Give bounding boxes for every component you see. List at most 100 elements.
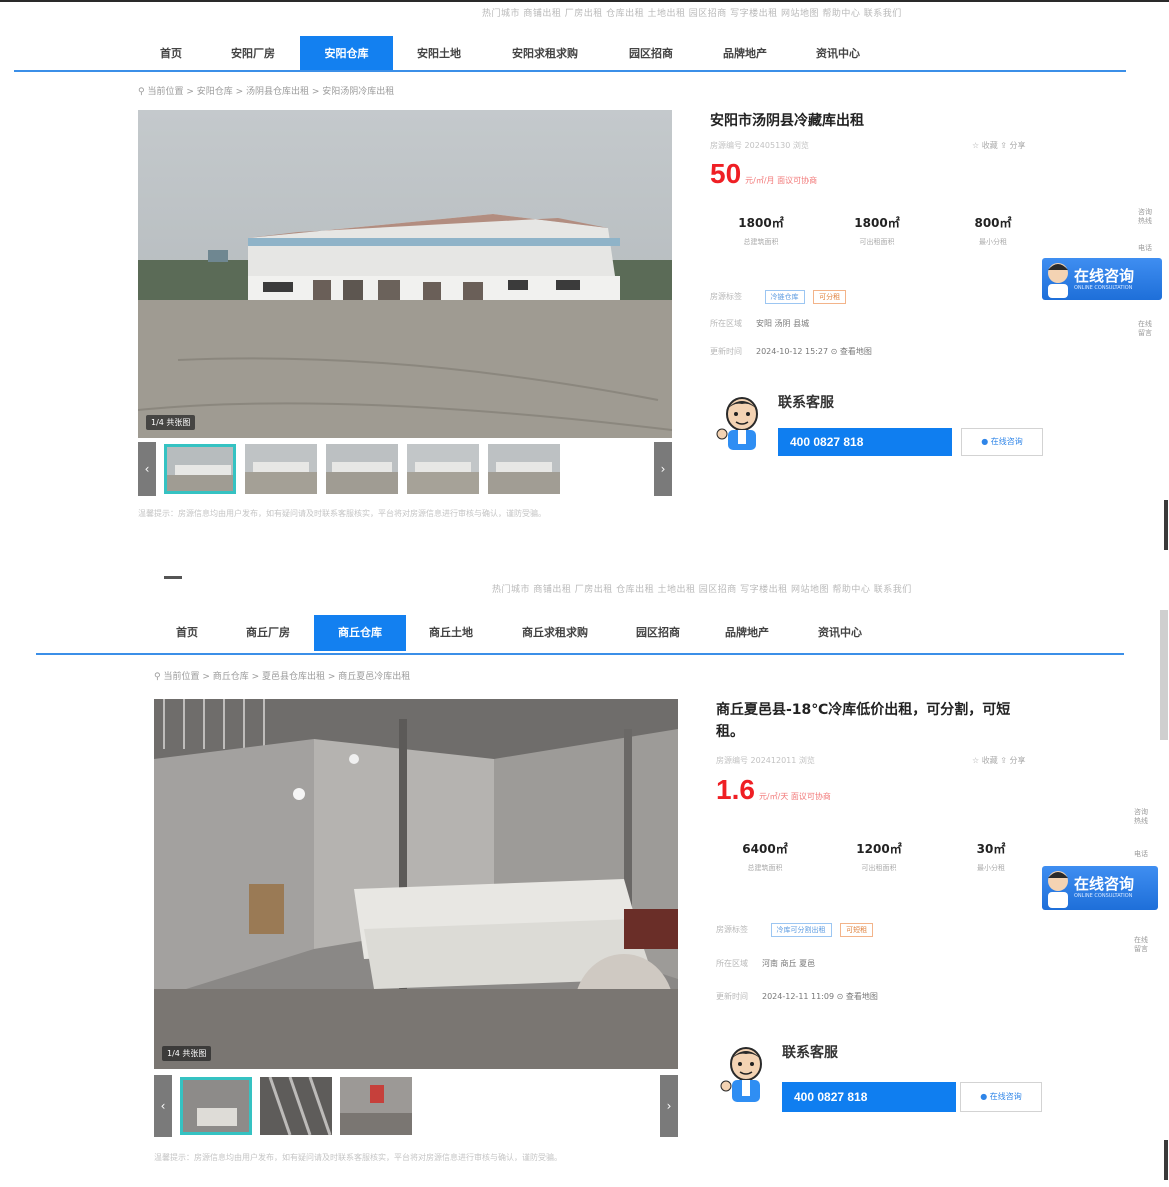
stat-min-area: 30㎡ 最小分租: [946, 840, 1036, 873]
main-nav: 首页 商丘厂房 商丘仓库 商丘土地 商丘求租求购 园区招商 品牌地产 资讯中心: [156, 615, 1136, 651]
stat-total-area: 1800㎡ 总建筑面积: [716, 214, 806, 247]
scrollbar-thumb-upper[interactable]: [1164, 500, 1168, 550]
side-link-hotline[interactable]: 咨询热线: [1138, 208, 1152, 226]
row-value[interactable]: 2024-12-11 11:09 ⊙ 查看地图: [762, 992, 878, 1001]
stat-label: 总建筑面积: [743, 238, 779, 246]
consult-text: 在线咨询: [1074, 875, 1135, 893]
price-value: 1.6: [716, 774, 755, 805]
photo-counter: 1/4 共张图: [162, 1046, 212, 1061]
thumbnail-1[interactable]: [180, 1077, 252, 1135]
row-label: 房源标签: [710, 292, 742, 301]
phone-button[interactable]: 400 0827 818: [782, 1082, 956, 1112]
stat-total-area: 6400㎡ 总建筑面积: [720, 840, 810, 873]
online-consult-float[interactable]: 在线咨询 ONLINE CONSULTATION: [1042, 258, 1162, 300]
thumbnail-3[interactable]: [340, 1077, 412, 1135]
nav-land[interactable]: 安阳土地: [400, 36, 478, 72]
prev-arrow-icon[interactable]: ‹: [154, 1075, 172, 1137]
listing-page-1: 热门城市 商铺出租 厂房出租 仓库出租 土地出租 园区招商 写字楼出租 网站地图…: [0, 0, 1169, 560]
tag: 冷链仓库: [764, 290, 805, 304]
nav-factory[interactable]: 商丘厂房: [228, 615, 308, 651]
favorite-share[interactable]: ☆ 收藏 ⇪ 分享: [972, 140, 1026, 151]
nav-home[interactable]: 首页: [140, 36, 202, 72]
side-link-hotline[interactable]: 咨询热线: [1134, 808, 1148, 826]
stat-label: 可出租面积: [859, 238, 895, 246]
nav-factory[interactable]: 安阳厂房: [212, 36, 294, 72]
row-value[interactable]: 2024-10-12 15:27 ⊙ 查看地图: [756, 347, 872, 356]
row-label: 所在区域: [710, 319, 742, 328]
consult-subtext: ONLINE CONSULTATION: [1074, 893, 1133, 899]
breadcrumb[interactable]: ⚲ 当前位置 > 安阳仓库 > 汤阴县仓库出租 > 安阳汤阴冷库出租: [138, 84, 394, 97]
online-consult-button[interactable]: ● 在线咨询: [961, 428, 1043, 456]
nav-news[interactable]: 资讯中心: [798, 615, 882, 651]
nav-underline: [14, 70, 1126, 72]
nav-rent-buy[interactable]: 安阳求租求购: [486, 36, 604, 72]
breadcrumb[interactable]: ⚲ 当前位置 > 商丘仓库 > 夏邑县仓库出租 > 商丘夏邑冷库出租: [154, 669, 410, 682]
nav-news[interactable]: 资讯中心: [796, 36, 880, 72]
side-link-phone[interactable]: 电话: [1134, 850, 1148, 859]
stat-value: 1800㎡: [738, 216, 784, 230]
thumbnail-4[interactable]: [407, 444, 479, 494]
phone-button[interactable]: 400 0827 818: [778, 428, 952, 456]
consult-subtext: ONLINE CONSULTATION: [1074, 285, 1133, 291]
stat-value: 1200㎡: [856, 842, 902, 856]
listing-title: 安阳市汤阴县冷藏库出租: [710, 110, 1050, 132]
nav-land[interactable]: 商丘土地: [412, 615, 490, 651]
online-consult-button[interactable]: ● 在线咨询: [960, 1082, 1042, 1112]
row-region: 所在区域 安阳 汤阴 县城: [710, 318, 809, 329]
thumbnail-5[interactable]: [488, 444, 560, 494]
top-links[interactable]: 热门城市 商铺出租 厂房出租 仓库出租 土地出租 园区招商 写字楼出租 网站地图…: [482, 6, 902, 19]
next-arrow-icon[interactable]: ›: [660, 1075, 678, 1137]
row-label: 更新时间: [716, 992, 748, 1001]
listing-meta: 房源编号 202412011 浏览: [716, 756, 815, 765]
row-label: 所在区域: [716, 959, 748, 968]
side-link-message[interactable]: 在线留言: [1138, 320, 1152, 338]
thumbnail-2[interactable]: [245, 444, 317, 494]
prev-arrow-icon[interactable]: ‹: [138, 442, 156, 496]
nav-home[interactable]: 首页: [156, 615, 218, 651]
side-link-message[interactable]: 在线留言: [1134, 936, 1148, 954]
row-tags: 房源标签 冷库可分割出租 可短租: [716, 923, 874, 937]
stat-label: 最小分租: [979, 238, 1007, 246]
nav-park[interactable]: 园区招商: [610, 36, 692, 72]
side-link-phone[interactable]: 电话: [1138, 244, 1152, 253]
row-region: 所在区域 河南 商丘 夏邑: [716, 958, 815, 969]
nav-park[interactable]: 园区招商: [618, 615, 698, 651]
listing-meta: 房源编号 202405130 浏览: [710, 141, 809, 150]
thumbnail-1[interactable]: [164, 444, 236, 494]
nav-brand[interactable]: 品牌地产: [704, 615, 790, 651]
scrollbar-thumb[interactable]: [1160, 610, 1168, 740]
stat-rentable-area: 1800㎡ 可出租面积: [832, 214, 922, 247]
consult-avatar-icon: [1044, 260, 1072, 302]
favorite-share[interactable]: ☆ 收藏 ⇪ 分享: [972, 755, 1026, 766]
nav-brand[interactable]: 品牌地产: [702, 36, 788, 72]
next-arrow-icon[interactable]: ›: [654, 442, 672, 496]
thumbnail-2[interactable]: [260, 1077, 332, 1135]
nav-warehouse[interactable]: 安阳仓库: [300, 36, 393, 72]
main-photo[interactable]: 1/4 共张图: [154, 699, 678, 1069]
online-consult-float[interactable]: 在线咨询 ONLINE CONSULTATION: [1042, 866, 1158, 910]
title-line-1: 安阳市汤阴县冷藏库出租: [710, 113, 864, 129]
thumbnail-3[interactable]: [326, 444, 398, 494]
top-links[interactable]: 热门城市 商铺出租 厂房出租 仓库出租 土地出租 园区招商 写字楼出租 网站地图…: [492, 582, 912, 595]
main-photo[interactable]: 1/4 共张图: [138, 110, 672, 438]
row-label: 更新时间: [710, 347, 742, 356]
stat-label: 可出租面积: [861, 864, 897, 872]
cs-avatar: [716, 394, 768, 456]
listing-title: 商丘夏邑县-18℃冷库低价出租，可分割，可短 租。: [716, 699, 1036, 743]
price-unit: 元/㎡/月 面议可协商: [745, 176, 818, 185]
tag: 可短租: [840, 923, 874, 937]
cs-avatar: [720, 1044, 772, 1110]
thumbnail-strip: ‹ ›: [138, 442, 672, 496]
stat-value: 1800㎡: [854, 216, 900, 230]
stat-value: 30㎡: [976, 842, 1006, 856]
row-value: 河南 商丘 夏邑: [762, 959, 816, 968]
nav-warehouse[interactable]: 商丘仓库: [314, 615, 406, 651]
tag: 可分租: [813, 290, 847, 304]
title-line-1: 商丘夏邑县-18℃冷库低价出租，可分割，可短: [716, 702, 1011, 718]
price: 50 元/㎡/月 面议可协商: [710, 158, 817, 190]
scrollbar-thumb-lower[interactable]: [1164, 1140, 1168, 1180]
row-updated: 更新时间 2024-10-12 15:27 ⊙ 查看地图: [710, 346, 872, 357]
logo-mark: [164, 576, 182, 579]
title-line-2: 租。: [716, 724, 744, 740]
nav-rent-buy[interactable]: 商丘求租求购: [496, 615, 614, 651]
